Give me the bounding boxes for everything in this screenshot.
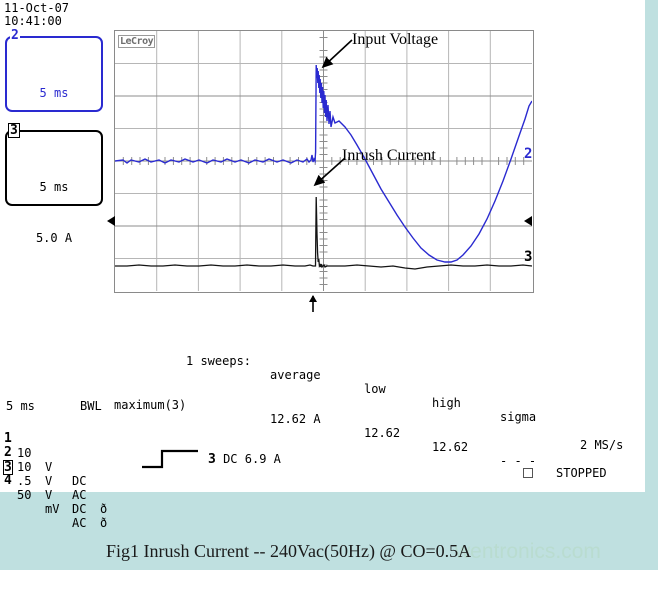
acquisition-status: STOPPED <box>556 466 607 480</box>
trace-marker-channel-3[interactable]: 3 <box>524 250 532 264</box>
trigger-level-marker-icon[interactable] <box>524 216 532 226</box>
channel-3-unit: V <box>45 488 53 502</box>
graticule-grid <box>115 31 532 291</box>
measurement-sweeps-label: 1 sweeps: <box>186 354 252 368</box>
channel-1-unit: V <box>45 460 53 474</box>
channel-2-settings-row[interactable]: 2 10 V AC ð <box>0 432 107 516</box>
site-watermark: wentronics.com <box>455 540 601 563</box>
acquisition-date: 11-Oct-07 <box>4 1 70 15</box>
channel-3-tag: 3 <box>8 123 20 138</box>
figure-caption: Fig1 Inrush Current -- 240Vac(50Hz) @ CO… <box>106 541 472 561</box>
trace-marker-channel-2[interactable]: 2 <box>524 147 532 161</box>
timebase-setting[interactable]: 5 ms <box>6 399 35 413</box>
channel-2-tag: 2 <box>10 28 20 43</box>
label-input-voltage: Input Voltage <box>352 31 439 48</box>
channel-3-timebase: 5 ms <box>39 180 69 194</box>
channel-2-bwl: ð <box>100 502 108 516</box>
channel-4-unit: mV <box>45 502 60 516</box>
label-inrush-current: Inrush Current <box>342 147 436 164</box>
channel-2-descriptor-box[interactable]: 2 5 ms 100 V <box>5 29 103 151</box>
channel-4-number: 4 <box>4 473 12 488</box>
channel-3-descriptor-box[interactable]: 3 5 ms 5.0 A <box>5 123 103 245</box>
offset-marker-icon[interactable] <box>107 216 115 226</box>
channel-1-coupling: DC <box>72 474 87 488</box>
trigger-level: 6.9 A <box>244 452 281 466</box>
trigger-settings[interactable]: 3 DC 6.9 A <box>208 452 281 467</box>
acquisition-status-icon[interactable] <box>523 468 533 478</box>
page-background-right-strip <box>645 0 658 492</box>
settings-panel: 5 ms BWL 1 10 V DC 2 10 V AC ð 3 .5 V DC… <box>0 396 645 530</box>
channel-3-settings: 5 ms 5.0 A <box>7 145 101 281</box>
channel-2-timebase: 5 ms <box>39 86 69 100</box>
channel-4-settings-row[interactable]: 4 50 mV AC <box>0 460 86 530</box>
channel-4-coupling: AC <box>72 516 87 530</box>
bandwidth-limit-header: BWL <box>80 399 102 413</box>
trigger-edge-icon[interactable] <box>140 448 202 470</box>
waveform-graticule[interactable]: LeCroy <box>114 30 534 293</box>
channel-3-settings-row[interactable]: 3 .5 V DC ð <box>0 446 107 530</box>
channel-3-scale: 5.0 A <box>35 231 73 245</box>
channel-2-coupling: AC <box>72 488 87 502</box>
sample-rate: 2 MS/s <box>580 438 624 452</box>
channel-3-bwl: ð <box>100 516 108 530</box>
channel-2-unit: V <box>45 474 53 488</box>
acquisition-time: 10:41:00 <box>4 14 62 28</box>
measurement-average-header: average <box>270 368 321 382</box>
trigger-source: 3 <box>208 452 216 467</box>
lecroy-logo: LeCroy <box>118 35 156 48</box>
channel-4-volts: 50 <box>17 488 32 502</box>
trigger-coupling: DC <box>223 452 238 466</box>
channel-3-coupling: DC <box>72 502 87 516</box>
measurement-header-row: 1 sweeps: average low high sigma <box>114 340 544 424</box>
channel-1-settings-row[interactable]: 1 10 V DC <box>0 418 86 488</box>
